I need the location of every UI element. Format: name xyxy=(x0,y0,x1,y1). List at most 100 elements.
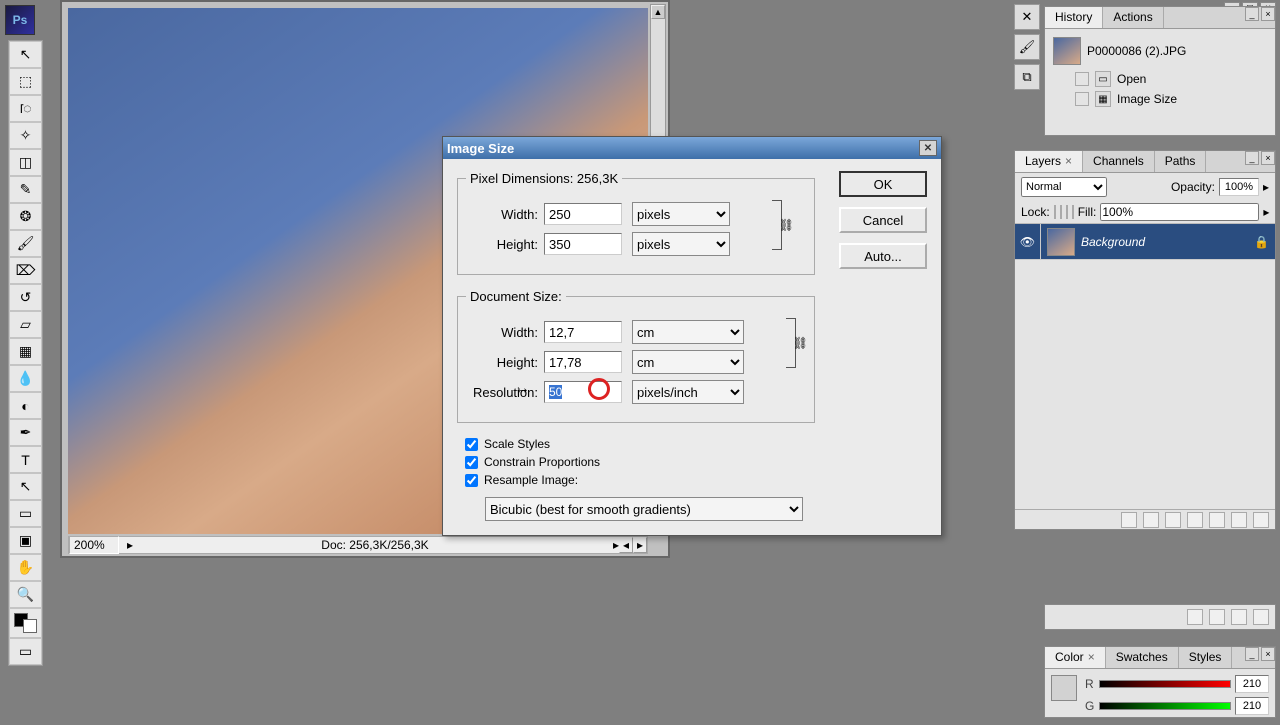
tab-color[interactable]: Color× xyxy=(1045,647,1106,668)
pixel-width-unit[interactable]: pixels xyxy=(632,202,730,226)
history-step[interactable]: ▦ Image Size xyxy=(1049,89,1271,109)
doc-width-unit[interactable]: cm xyxy=(632,320,744,344)
new-layer-icon[interactable] xyxy=(1231,512,1247,528)
tab-paths[interactable]: Paths xyxy=(1155,151,1207,172)
brushes-panel-icon[interactable]: 🖌 xyxy=(1014,34,1040,60)
eraser-tool[interactable]: ▱ xyxy=(9,311,42,338)
tab-channels[interactable]: Channels xyxy=(1083,151,1155,172)
pixel-height-input[interactable] xyxy=(544,233,622,255)
crop-tool[interactable]: ◫ xyxy=(9,149,42,176)
clone-panel-icon[interactable]: ⧉ xyxy=(1014,64,1040,90)
zoom-input[interactable]: 200% xyxy=(69,536,119,554)
history-brush-tool[interactable]: ↺ xyxy=(9,284,42,311)
delete-layer-icon[interactable] xyxy=(1253,512,1269,528)
resolution-unit[interactable]: pixels/inch xyxy=(632,380,744,404)
panel-close-icon[interactable]: × xyxy=(1261,7,1275,21)
lock-transparency-icon[interactable] xyxy=(1054,205,1056,219)
pen-tool[interactable]: ✒ xyxy=(9,419,42,446)
notes-tool[interactable]: ▣ xyxy=(9,527,42,554)
history-source[interactable]: P0000086 (2).JPG xyxy=(1049,33,1271,69)
panel-minimize-icon[interactable]: _ xyxy=(1245,151,1259,165)
panel-toggle-icon[interactable]: ✕ xyxy=(1014,4,1040,30)
panel-minimize-icon[interactable]: _ xyxy=(1245,647,1259,661)
g-slider[interactable] xyxy=(1099,702,1231,710)
doc-width-input[interactable] xyxy=(544,321,622,343)
visibility-icon[interactable]: 👁 xyxy=(1015,224,1041,259)
dialog-titlebar[interactable]: Image Size ✕ xyxy=(443,137,941,159)
layer-mask-icon[interactable] xyxy=(1165,512,1181,528)
magic-wand-tool[interactable]: ✧ xyxy=(9,122,42,149)
clone-stamp-tool[interactable]: ⌦ xyxy=(9,257,42,284)
lasso-tool[interactable]: ॎ xyxy=(9,95,42,122)
adjustment-layer-icon[interactable] xyxy=(1187,512,1203,528)
ok-button[interactable]: OK xyxy=(839,171,927,197)
panel-minimize-icon[interactable]: _ xyxy=(1245,7,1259,21)
lock-position-icon[interactable] xyxy=(1066,205,1068,219)
tab-swatches[interactable]: Swatches xyxy=(1106,647,1179,668)
pixel-width-input[interactable] xyxy=(544,203,622,225)
blend-mode-select[interactable]: Normal xyxy=(1021,177,1107,197)
layer-style-icon[interactable] xyxy=(1143,512,1159,528)
tab-layers[interactable]: Layers× xyxy=(1015,151,1083,172)
history-step[interactable]: ▭ Open xyxy=(1049,69,1271,89)
zoom-tool[interactable]: 🔍 xyxy=(9,581,42,608)
nav-trash-icon[interactable] xyxy=(1253,609,1269,625)
resample-method-select[interactable]: Bicubic (best for smooth gradients) xyxy=(485,497,803,521)
scroll-right-icon[interactable]: ▸ xyxy=(633,537,647,553)
move-tool[interactable]: ↖ xyxy=(9,41,42,68)
nav-icon[interactable] xyxy=(1187,609,1203,625)
brush-tool[interactable]: 🖌 xyxy=(9,230,42,257)
link-icon[interactable]: ⛓ xyxy=(779,218,794,232)
tab-styles[interactable]: Styles xyxy=(1179,647,1233,668)
g-input[interactable] xyxy=(1235,697,1269,715)
shape-tool[interactable]: ▭ xyxy=(9,500,42,527)
cancel-button[interactable]: Cancel xyxy=(839,207,927,233)
link-layers-icon[interactable] xyxy=(1121,512,1137,528)
lock-image-icon[interactable] xyxy=(1060,205,1062,219)
layer-item[interactable]: 👁 Background 🔒 xyxy=(1015,224,1275,260)
opacity-input[interactable] xyxy=(1219,178,1259,196)
navigator-panel xyxy=(1044,604,1276,630)
scroll-left-icon[interactable]: ◂ xyxy=(619,537,633,553)
layer-thumb-icon xyxy=(1047,228,1075,256)
dialog-close-button[interactable]: ✕ xyxy=(919,140,937,156)
marquee-tool[interactable]: ⬚ xyxy=(9,68,42,95)
fill-input[interactable] xyxy=(1100,203,1259,221)
color-swatch[interactable] xyxy=(1051,675,1077,701)
doc-height-input[interactable] xyxy=(544,351,622,373)
r-input[interactable] xyxy=(1235,675,1269,693)
scale-styles-checkbox[interactable] xyxy=(465,438,478,451)
gradient-tool[interactable]: ▦ xyxy=(9,338,42,365)
background-swatch[interactable] xyxy=(23,619,37,633)
nav-icon[interactable] xyxy=(1209,609,1225,625)
lock-all-icon[interactable] xyxy=(1072,205,1074,219)
history-panel: _× History Actions P0000086 (2).JPG ▭ Op… xyxy=(1044,6,1276,136)
healing-brush-tool[interactable]: ❂ xyxy=(9,203,42,230)
dodge-tool[interactable]: ◐ xyxy=(9,392,42,419)
scroll-up-icon[interactable]: ▲ xyxy=(651,5,665,19)
resample-image-checkbox[interactable] xyxy=(465,474,478,487)
resolution-input[interactable]: 50 xyxy=(544,381,622,403)
new-group-icon[interactable] xyxy=(1209,512,1225,528)
panel-close-icon[interactable]: × xyxy=(1261,151,1275,165)
hand-tool[interactable]: ✋ xyxy=(9,554,42,581)
opacity-flyout-icon[interactable]: ▸ xyxy=(1263,180,1269,194)
tab-actions[interactable]: Actions xyxy=(1103,7,1163,28)
color-swatches[interactable] xyxy=(9,608,42,638)
auto-button[interactable]: Auto... xyxy=(839,243,927,269)
path-selection-tool[interactable]: ↖ xyxy=(9,473,42,500)
tab-history[interactable]: History xyxy=(1045,7,1103,28)
blur-tool[interactable]: 💧 xyxy=(9,365,42,392)
constrain-proportions-checkbox[interactable] xyxy=(465,456,478,469)
constrain-proportions-label: Constrain Proportions xyxy=(484,455,600,469)
panel-close-icon[interactable]: × xyxy=(1261,647,1275,661)
link-icon[interactable]: ⛓ xyxy=(793,336,808,350)
fill-flyout-icon[interactable]: ▸ xyxy=(1263,205,1269,219)
doc-height-unit[interactable]: cm xyxy=(632,350,744,374)
pixel-height-unit[interactable]: pixels xyxy=(632,232,730,256)
screen-mode[interactable]: ▭ xyxy=(9,638,42,665)
type-tool[interactable]: T xyxy=(9,446,42,473)
r-slider[interactable] xyxy=(1099,680,1231,688)
eyedropper-tool[interactable]: ✎ xyxy=(9,176,42,203)
nav-icon[interactable] xyxy=(1231,609,1247,625)
